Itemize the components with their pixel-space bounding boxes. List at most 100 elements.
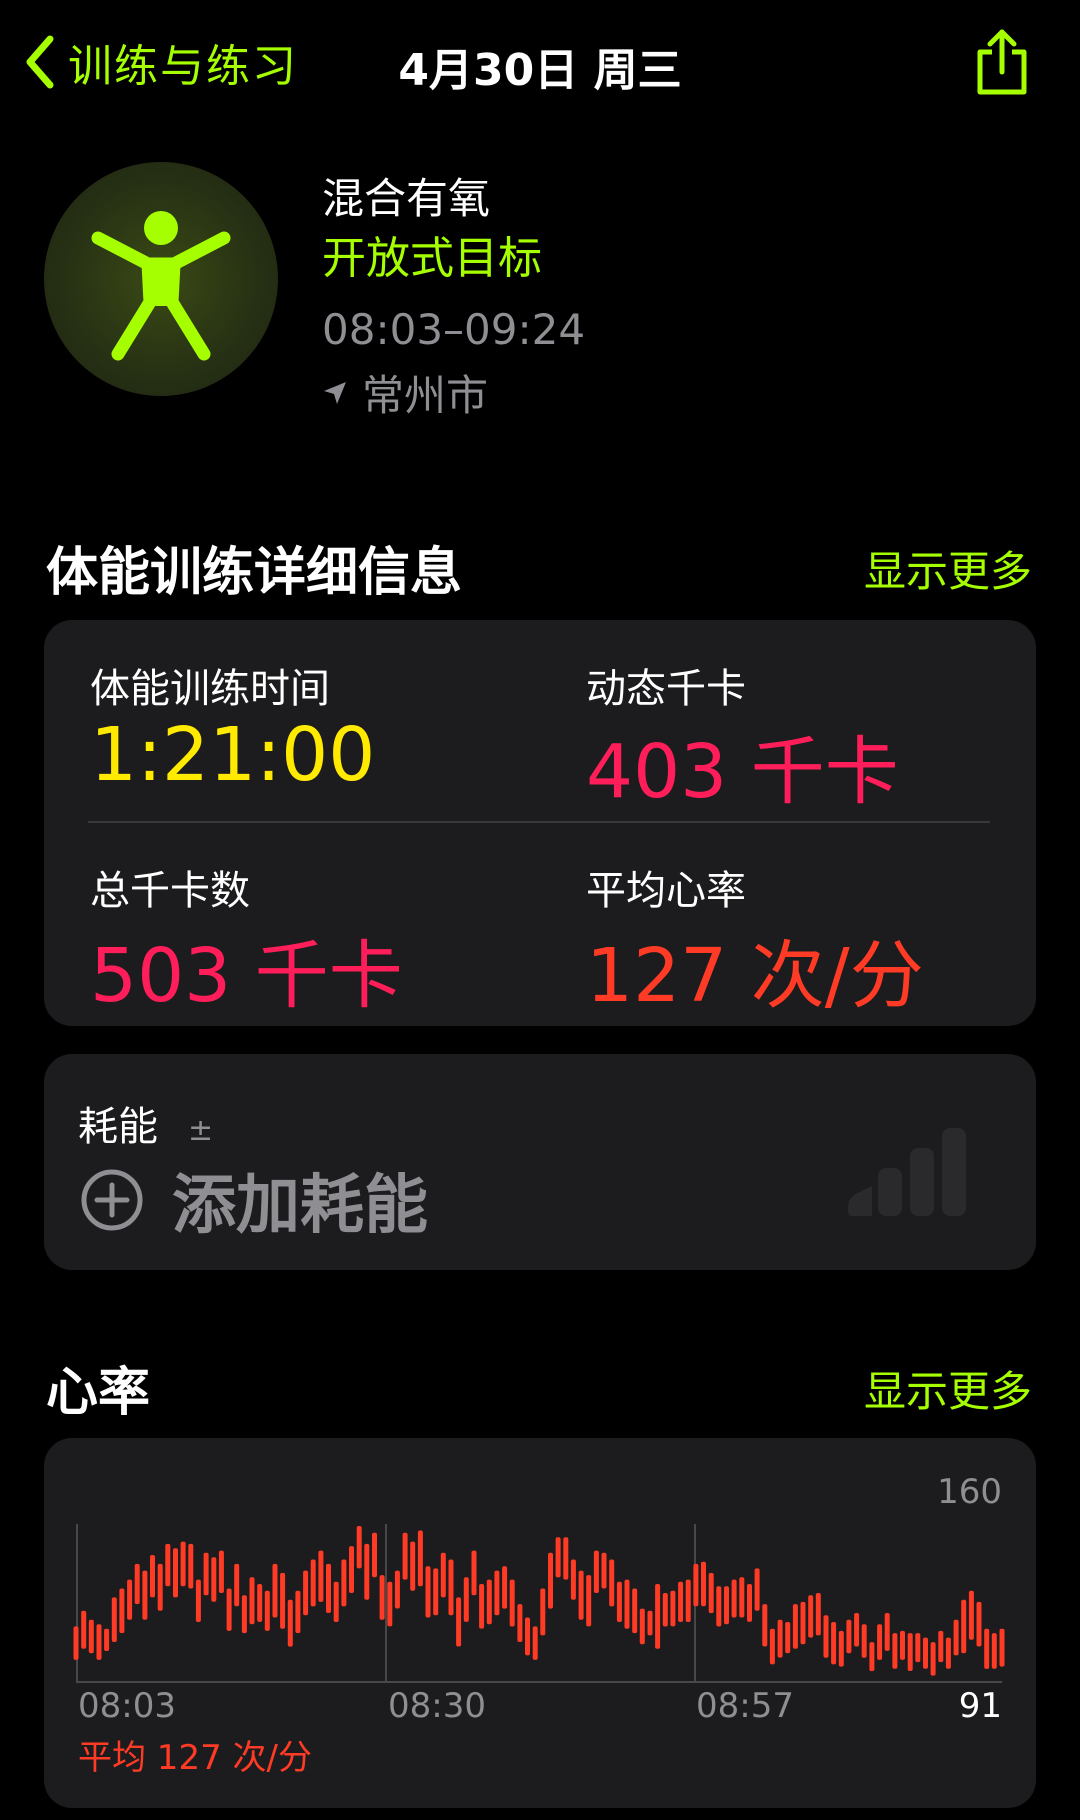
heart-rate-bar (846, 1619, 852, 1654)
workout-details-card: 体能训练时间 1:21:00 动态千卡 403 千卡 总千卡数 503 千卡 平… (44, 620, 1036, 1026)
heart-rate-bar (417, 1530, 423, 1587)
heart-rate-bar (119, 1588, 125, 1634)
heart-rate-bar (318, 1550, 324, 1602)
heart-rate-bar (463, 1577, 469, 1622)
heart-rate-bar (563, 1537, 569, 1580)
heart-rate-bar (884, 1613, 890, 1651)
heart-rate-bar (586, 1575, 592, 1627)
heart-rate-bar (341, 1559, 347, 1607)
heart-rate-bar (73, 1626, 79, 1660)
heart-rate-bar (410, 1541, 416, 1591)
heart-rate-bar (601, 1552, 607, 1589)
heart-rate-bar (747, 1584, 752, 1622)
effort-header: 耗能 ± (78, 1094, 213, 1152)
heart-rate-bar (938, 1630, 944, 1663)
heart-rate-bar (532, 1626, 538, 1660)
heart-rate-bar (180, 1541, 186, 1587)
heart-rate-bar (662, 1593, 668, 1627)
heart-rate-bar (639, 1608, 645, 1645)
heart-rate-bar (923, 1637, 928, 1669)
heart-rate-bar (762, 1604, 768, 1647)
heart-rate-bar (517, 1604, 523, 1642)
heart-rate-show-more-link[interactable]: 显示更多 (864, 1358, 1032, 1419)
heart-rate-section-title: 心率 (46, 1363, 151, 1423)
heart-rate-bar (961, 1599, 967, 1654)
heart-rate-bar (593, 1550, 599, 1593)
heart-rate-bar (892, 1633, 898, 1669)
y-axis-min-label: 91 (958, 1686, 1002, 1726)
heart-rate-bar (632, 1588, 638, 1634)
heart-rate-bar (616, 1581, 622, 1622)
heart-rate-bar (777, 1619, 783, 1658)
share-icon (977, 29, 1027, 95)
heart-rate-card[interactable]: 160 91 08:03 08:30 08:57 平均 127 次/分 (44, 1438, 1036, 1808)
heart-rate-bar (570, 1559, 576, 1600)
heart-rate-bar (555, 1537, 561, 1578)
heart-rate-bar (815, 1593, 821, 1636)
effort-plus-minus: ± (188, 1113, 214, 1148)
effort-label: 耗能 (78, 1104, 158, 1150)
heart-rate-bar (800, 1601, 806, 1645)
heart-rate-bar (915, 1633, 921, 1663)
heart-rate-bar (754, 1568, 760, 1611)
heart-rate-average-label: 平均 127 次/分 (78, 1738, 312, 1778)
heart-rate-bar (195, 1579, 201, 1622)
heart-rate-bar (310, 1559, 316, 1607)
heart-rate-bar (838, 1630, 844, 1667)
back-label: 训练与练习 (68, 41, 298, 92)
heart-rate-bar (678, 1581, 684, 1622)
plus-circle-icon (81, 1169, 143, 1231)
heart-rate-bar (203, 1552, 209, 1596)
details-section-title: 体能训练详细信息 (46, 543, 463, 603)
details-show-more-link[interactable]: 显示更多 (864, 538, 1032, 599)
heart-rate-bar (792, 1604, 798, 1649)
heart-rate-bar (211, 1557, 217, 1602)
heart-rate-bar (264, 1590, 270, 1631)
heart-rate-bar (907, 1633, 913, 1671)
heart-rate-bar (356, 1526, 362, 1569)
workout-type-icon-badge (44, 162, 278, 396)
heart-rate-bar (280, 1572, 286, 1629)
heart-rate-bar (991, 1633, 997, 1669)
heart-rate-bar (295, 1590, 301, 1634)
heart-rate-bar (249, 1577, 255, 1625)
heart-rate-bar (326, 1563, 331, 1613)
heart-rate-bar (808, 1595, 814, 1638)
heart-rate-bar (364, 1543, 370, 1600)
heart-rate-bar (479, 1584, 485, 1629)
location-text: 常州市 (362, 371, 489, 420)
heart-rate-bar (394, 1570, 400, 1609)
heart-rate-bar (624, 1579, 630, 1629)
nav-title-text: 4月30日 周三 (398, 45, 682, 96)
heart-rate-bar (433, 1568, 439, 1616)
heart-rate-bar (716, 1586, 722, 1627)
back-button[interactable]: 训练与练习 (22, 30, 298, 94)
workout-name: 混合有氧 (322, 174, 491, 223)
heart-rate-bar (379, 1575, 385, 1620)
effort-level-bars-icon (848, 1128, 966, 1216)
effort-card[interactable]: 耗能 ± 添加耗能 (44, 1054, 1036, 1270)
heart-rate-bar (272, 1563, 278, 1618)
x-tick-label-1: 08:30 (388, 1686, 486, 1726)
heart-rate-bar (945, 1637, 951, 1669)
heart-rate-bar (502, 1566, 508, 1609)
heart-rate-bar (861, 1624, 867, 1658)
add-effort-label: 添加耗能 (172, 1169, 428, 1243)
heart-rate-bar (81, 1610, 87, 1649)
share-button[interactable] (970, 28, 1034, 98)
heart-rate-bar (349, 1546, 354, 1593)
workout-time-range: 08:03–09:24 (322, 305, 586, 354)
heart-rate-bar (111, 1597, 117, 1642)
add-effort-button[interactable]: 添加耗能 (80, 1154, 428, 1246)
metric-value-total-calories: 503 千卡 (90, 933, 403, 1019)
heart-rate-bar (241, 1595, 247, 1634)
heart-rate-bar (900, 1630, 905, 1660)
metric-label-avg-heart-rate: 平均心率 (586, 868, 746, 914)
heart-rate-bar (999, 1628, 1005, 1667)
heart-rate-bar (647, 1610, 653, 1636)
heart-rate-bar (548, 1552, 553, 1609)
heart-rate-bar (984, 1628, 990, 1669)
heart-rate-bar (303, 1570, 309, 1616)
chevron-left-icon (26, 35, 54, 89)
workout-location: 常州市 (322, 362, 488, 423)
